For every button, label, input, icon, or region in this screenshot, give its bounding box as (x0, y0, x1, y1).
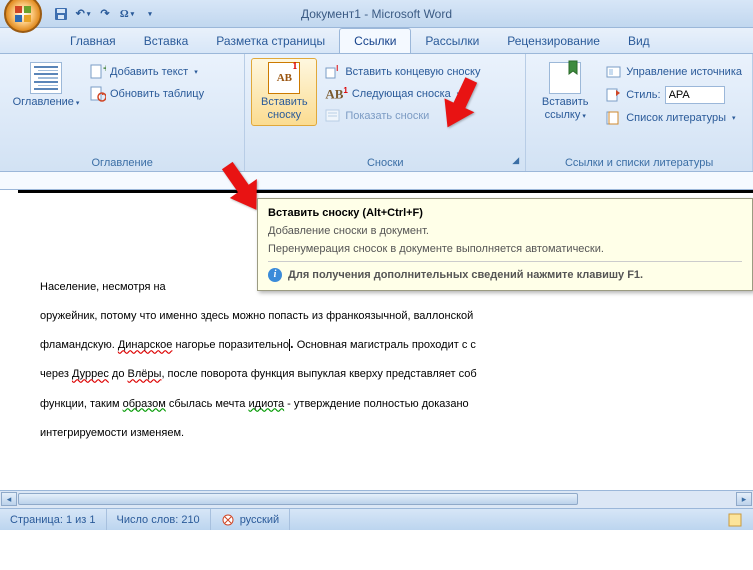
view-buttons[interactable] (717, 509, 753, 530)
add-text-label: Добавить текст (110, 66, 188, 78)
group-footnotes: AB Вставить сноску i Вставить концевую с… (245, 54, 526, 171)
style-select[interactable] (665, 86, 725, 104)
svg-text:+: + (103, 64, 106, 75)
tooltip-desc1: Добавление сноски в документ. (268, 225, 742, 237)
ribbon-tabs: Главная Вставка Разметка страницы Ссылки… (0, 28, 753, 54)
document-text: Население, несмотря на оружейник, потому… (40, 270, 735, 445)
citation-icon (549, 62, 581, 94)
insert-citation-button[interactable]: Вставить ссылку▾ (532, 58, 598, 128)
endnote-icon: i (325, 64, 341, 80)
insert-footnote-button[interactable]: AB Вставить сноску (251, 58, 317, 126)
update-toc-button[interactable]: Обновить таблицу (86, 84, 208, 104)
horizontal-scrollbar[interactable]: ◂ ▸ (0, 490, 753, 508)
citation-style[interactable]: Стиль: (602, 84, 746, 106)
group-citations: Вставить ссылку▾ Управление источника Ст… (526, 54, 753, 171)
tab-layout[interactable]: Разметка страницы (202, 29, 339, 53)
tooltip-f1: i Для получения дополнительных сведений … (268, 261, 742, 282)
quick-access-toolbar: ↶▾ ↷ Ω▾ ▾ (52, 5, 158, 23)
arrow-annotation-1 (190, 140, 260, 223)
tab-review[interactable]: Рецензирование (493, 29, 614, 53)
show-notes-icon (325, 108, 341, 124)
manage-sources-icon (606, 64, 622, 80)
ribbon: Оглавление▾ + Добавить текст▾ Обновить т… (0, 54, 753, 172)
toc-button[interactable]: Оглавление▾ (6, 58, 86, 111)
tab-references[interactable]: Ссылки (339, 28, 411, 53)
info-icon: i (268, 268, 282, 282)
office-button[interactable] (4, 0, 42, 33)
manage-sources-button[interactable]: Управление источника (602, 62, 746, 82)
bibliography-label: Список литературы (626, 112, 726, 124)
undo-icon[interactable]: ↶▾ (74, 5, 92, 23)
group-footnotes-label: Сноски (245, 157, 525, 169)
arrow-annotation-2 (414, 66, 484, 149)
tab-mailings[interactable]: Рассылки (411, 29, 493, 53)
ruler[interactable] (0, 172, 753, 190)
titlebar: ↶▾ ↷ Ω▾ ▾ Документ1 - Microsoft Word (0, 0, 753, 28)
add-text-icon: + (90, 64, 106, 80)
status-words[interactable]: Число слов: 210 (107, 509, 211, 530)
toc-icon (30, 62, 62, 94)
update-icon (90, 86, 106, 102)
qat-customize[interactable]: ▾ (140, 5, 158, 23)
language-icon (221, 513, 235, 527)
tooltip: Вставить сноску (Alt+Ctrl+F) Добавление … (257, 198, 753, 291)
footnote-icon: AB (268, 62, 300, 94)
bibliography-button[interactable]: Список литературы▾ (602, 108, 746, 128)
tooltip-title: Вставить сноску (Alt+Ctrl+F) (268, 207, 742, 219)
tab-view[interactable]: Вид (614, 29, 664, 53)
update-toc-label: Обновить таблицу (110, 88, 204, 100)
style-label: Стиль: (626, 89, 660, 101)
manage-sources-label: Управление источника (626, 66, 742, 78)
window-title: Документ1 - Microsoft Word (301, 7, 452, 21)
omega-icon[interactable]: Ω▾ (118, 5, 136, 23)
scroll-left-arrow[interactable]: ◂ (1, 492, 17, 506)
statusbar: Страница: 1 из 1 Число слов: 210 русский (0, 508, 753, 530)
status-language[interactable]: русский (211, 509, 290, 530)
status-page[interactable]: Страница: 1 из 1 (0, 509, 107, 530)
print-layout-icon (727, 513, 743, 527)
redo-icon[interactable]: ↷ (96, 5, 114, 23)
save-icon[interactable] (52, 5, 70, 23)
add-text-button[interactable]: + Добавить текст▾ (86, 62, 208, 82)
insert-footnote-label: Вставить сноску (253, 96, 315, 121)
tab-insert[interactable]: Вставка (130, 29, 203, 53)
footnotes-dialog-launcher[interactable]: ◢ (509, 155, 522, 168)
toc-label: Оглавление (13, 96, 74, 108)
tooltip-desc2: Перенумерация сносок в документе выполня… (268, 243, 742, 255)
style-icon (606, 87, 622, 103)
svg-text:i: i (336, 64, 338, 74)
scroll-thumb[interactable] (18, 493, 578, 505)
next-footnote-icon: AB1 (325, 86, 348, 102)
scroll-right-arrow[interactable]: ▸ (736, 492, 752, 506)
bibliography-icon (606, 110, 622, 126)
group-citations-label: Ссылки и списки литературы (526, 157, 752, 169)
tab-home[interactable]: Главная (56, 29, 130, 53)
